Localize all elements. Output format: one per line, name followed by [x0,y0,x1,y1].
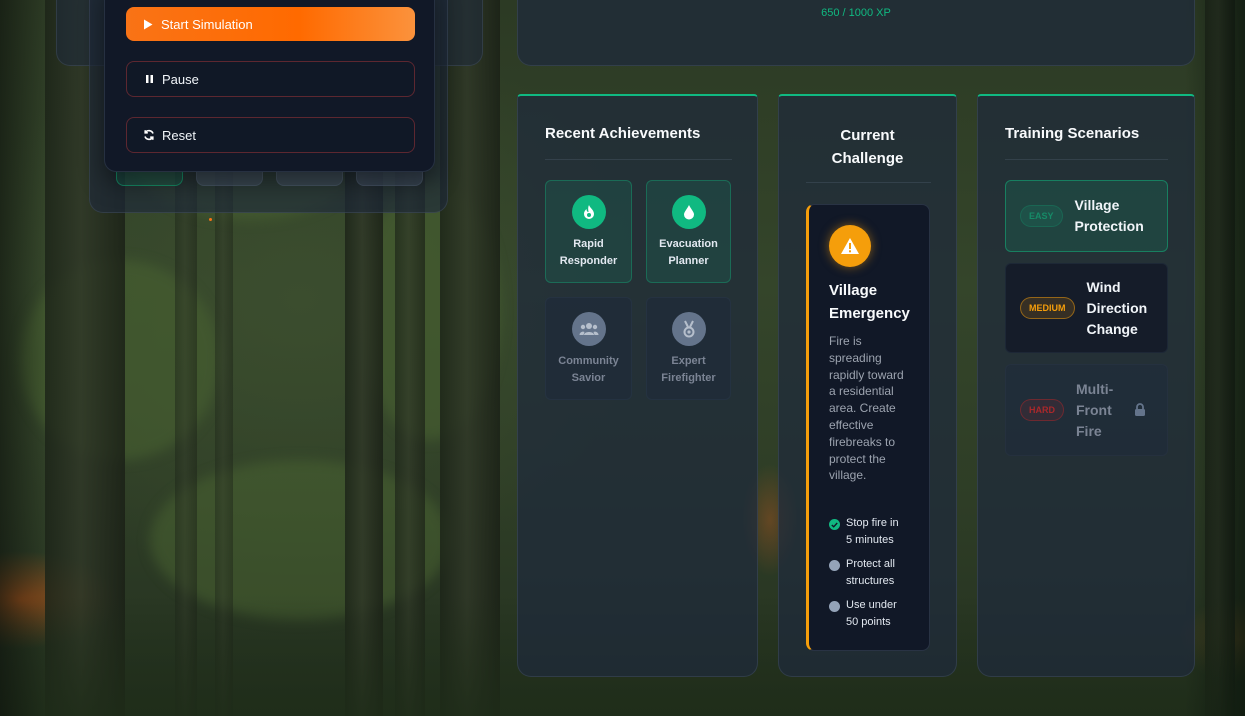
objective-line1: Stop fire in [846,517,899,529]
achievement-name-line2: Responder [559,255,618,267]
check-circle-icon [829,519,840,530]
objective-item: Use under 50 points [829,597,919,631]
difficulty-badge: MEDIUM [1020,297,1075,319]
challenge-name-line1: Village [829,282,878,299]
scenarios-title: Training Scenarios [1005,125,1140,142]
objective-item: Protect all structures [829,556,919,590]
start-simulation-label: Start Simulation [161,16,253,32]
play-icon [142,18,154,30]
challenge-card[interactable]: Village Emergency Fire is spreading rapi… [806,204,930,651]
achievement-card[interactable]: Evacuation Planner [646,180,731,283]
achievement-name-line2: Savior [571,372,606,384]
reset-button[interactable]: Reset [126,117,415,153]
achievement-card[interactable]: Rapid Responder [545,180,632,283]
scenario-name: Wind Direction Change [1086,278,1148,337]
progress-panel: 650 / 1000 XP [517,0,1195,66]
fire-icon [571,195,606,229]
objective-line1: Use under [846,599,897,611]
difficulty-badge: EASY [1020,205,1063,227]
challenge-name-line2: Emergency [829,305,910,322]
achievement-name-line2: Planner [668,255,709,267]
users-icon [571,312,606,346]
scenario-item-wind-direction-change[interactable]: MEDIUM Wind Direction Change [1005,263,1168,353]
challenge-title-line2: Challenge [831,150,904,167]
reset-label: Reset [162,127,196,143]
challenge-name: Village Emergency [829,279,925,325]
challenge-section-title: Current Challenge [779,124,956,170]
scenario-name: Village Protection [1074,197,1144,234]
objective-list: Stop fire in 5 minutes Protect all structu… [829,515,919,638]
ember-dot [209,218,212,221]
pause-button[interactable]: Pause [126,61,415,97]
achievement-card[interactable]: Expert Firefighter [646,297,731,400]
challenge-title-line1: Current [840,127,895,144]
scenario-item-village-protection[interactable]: EASY Village Protection [1005,180,1168,252]
circle-icon [829,601,840,612]
start-simulation-button[interactable]: Start Simulation [126,7,415,41]
achievement-name-line1: Evacuation [659,238,718,250]
circle-icon [829,560,840,571]
current-challenge-panel: Current Challenge Village Emergency Fire… [778,94,957,677]
refresh-icon [143,129,155,141]
warning-icon [829,225,871,267]
lock-icon [1134,403,1148,417]
water-drop-icon [671,195,706,229]
achievement-name-line2: Firefighter [661,372,716,384]
objective-item: Stop fire in 5 minutes [829,515,919,549]
objective-line2: 5 minutes [846,534,894,546]
achievement-name-line1: Community [558,355,619,367]
achievement-name-line1: Rapid [573,238,604,250]
medal-icon [671,312,706,346]
achievements-panel: Recent Achievements Rapid Responder Evacu… [517,94,758,677]
challenge-description: Fire is spreading rapidly toward a resid… [829,334,904,483]
pause-icon [143,73,155,85]
objective-line1: Protect all [846,558,895,570]
achievement-name-line1: Expert [671,355,706,367]
objective-line2: structures [846,575,895,587]
xp-text: 650 / 1000 XP [821,7,891,19]
pause-label: Pause [162,71,199,87]
achievement-card[interactable]: Community Savior [545,297,632,400]
divider [545,159,732,160]
training-scenarios-panel: Training Scenarios EASY Village Protecti… [977,94,1195,677]
difficulty-badge: HARD [1020,399,1064,421]
simulation-controls-menu: Start Simulation Pause Reset [104,0,435,172]
scenario-item-multi-front-fire[interactable]: HARD Multi-Front Fire [1005,364,1168,456]
divider [1005,159,1168,160]
objective-line2: 50 points [846,616,891,628]
divider [806,182,931,183]
scenario-name: Multi-Front Fire [1076,380,1114,439]
achievements-grid: Rapid Responder Evacuation Planner Communi… [545,180,731,400]
achievements-title: Recent Achievements [545,125,701,142]
